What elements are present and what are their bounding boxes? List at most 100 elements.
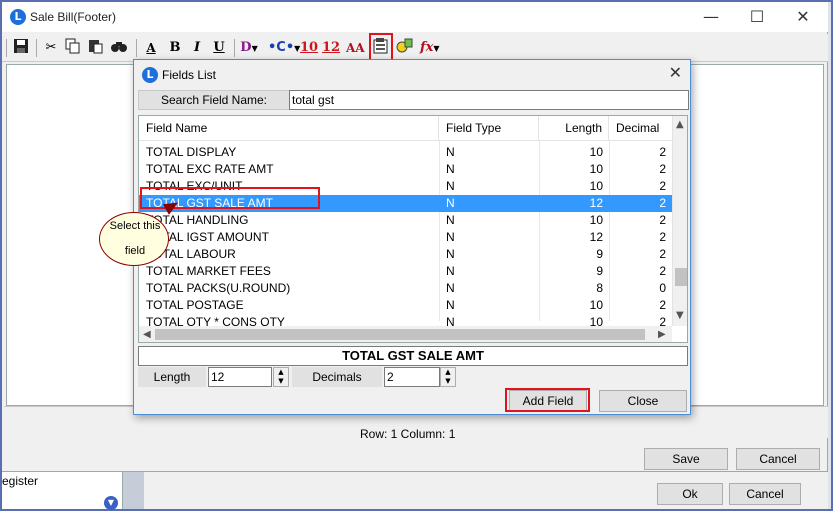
horizontal-scrollbar[interactable]: ◀ ▶ — [139, 326, 672, 342]
find-icon[interactable] — [110, 38, 128, 58]
decimal-cell: 2 — [659, 298, 666, 312]
underline-button[interactable]: U — [210, 38, 228, 58]
table-row[interactable]: TOTAL IGST AMOUNT N 12 2 — [139, 229, 672, 246]
vertical-scroll-thumb[interactable] — [675, 268, 687, 286]
background-window — [144, 472, 828, 509]
table-row[interactable]: TOTAL MARKET FEES N 9 2 — [139, 263, 672, 280]
dialog-app-icon: L — [142, 67, 158, 83]
shapes-icon[interactable] — [396, 38, 414, 58]
scroll-left-icon[interactable]: ◀ — [143, 329, 151, 340]
bold-button[interactable]: B — [166, 38, 184, 58]
paste-icon[interactable] — [86, 38, 104, 58]
length-input[interactable] — [208, 367, 272, 387]
italic-button[interactable]: I — [188, 38, 206, 58]
maximize-icon[interactable]: ☐ — [734, 2, 780, 32]
chevron-down-icon[interactable]: ▼ — [104, 496, 118, 510]
save-icon[interactable] — [12, 38, 30, 58]
font-size-12-button[interactable]: 12 — [322, 38, 340, 58]
horizontal-scroll-thumb[interactable] — [155, 329, 645, 340]
search-field-label: Search Field Name: — [138, 90, 290, 110]
vertical-scrollbar[interactable]: ▲ ▼ — [672, 116, 687, 326]
field-type-cell: N — [446, 196, 455, 210]
table-row[interactable]: TOTAL LABOUR N 9 2 — [139, 246, 672, 263]
link-menu-icon[interactable]: •C•▼ — [268, 38, 300, 58]
font-icon[interactable]: A — [142, 38, 160, 58]
decimal-cell: 2 — [659, 196, 666, 210]
field-type-cell: N — [446, 179, 455, 193]
decimal-cell: 2 — [659, 145, 666, 159]
d-menu-button[interactable]: D▼ — [240, 38, 258, 58]
font-size-10-button[interactable]: 10 — [300, 38, 318, 58]
spin-down-icon[interactable]: ▼ — [274, 377, 288, 386]
selected-field-display: TOTAL GST SALE AMT — [138, 346, 688, 366]
table-row[interactable]: TOTAL DISPLAY N 10 2 — [139, 144, 672, 161]
table-row[interactable]: TOTAL EXC RATE AMT N 10 2 — [139, 161, 672, 178]
field-name-cell: TOTAL MARKET FEES — [146, 264, 271, 278]
formula-label: fx — [420, 40, 434, 55]
background-register-text: egister — [2, 474, 39, 488]
scroll-right-icon[interactable]: ▶ — [658, 329, 666, 340]
cancel-button-secondary[interactable]: Cancel — [729, 483, 801, 505]
field-type-cell: N — [446, 281, 455, 295]
length-cell: 10 — [589, 162, 603, 176]
decimal-cell: 2 — [659, 179, 666, 193]
search-field-input[interactable] — [289, 90, 689, 110]
close-icon[interactable]: ✕ — [780, 2, 826, 32]
minimize-icon[interactable]: — — [688, 2, 734, 32]
field-type-cell: N — [446, 264, 455, 278]
decimal-cell: 2 — [659, 230, 666, 244]
grid-header: Field Name Field Type Length Decimal — [139, 116, 672, 141]
decimals-input[interactable] — [384, 367, 440, 387]
table-row[interactable]: TOTAL PACKS(U.ROUND) N 8 0 — [139, 280, 672, 297]
close-button[interactable]: Close — [599, 390, 687, 412]
callout-line-2: field — [124, 245, 146, 257]
toolbar-separator — [234, 39, 235, 57]
toolbar-separator — [36, 39, 37, 57]
table-row[interactable]: TOTAL POSTAGE N 10 2 — [139, 297, 672, 314]
cut-icon[interactable]: ✂ — [42, 38, 60, 58]
add-field-highlight-box — [505, 388, 590, 412]
save-button[interactable]: Save — [644, 448, 728, 470]
scroll-up-icon[interactable]: ▲ — [676, 119, 684, 130]
toolbar-grip — [6, 39, 7, 57]
table-row[interactable]: TOTAL HANDLING N 10 2 — [139, 212, 672, 229]
length-cell: 9 — [596, 264, 603, 278]
field-type-cell: N — [446, 213, 455, 227]
field-name-cell: TOTAL DISPLAY — [146, 145, 237, 159]
length-spinner[interactable]: ▲ ▼ — [273, 367, 289, 387]
length-cell: 10 — [589, 298, 603, 312]
length-cell: 10 — [589, 179, 603, 193]
decimals-spinner[interactable]: ▲ ▼ — [440, 367, 456, 387]
spin-down-icon[interactable]: ▼ — [441, 377, 455, 386]
copy-icon[interactable] — [64, 38, 82, 58]
font-case-button[interactable]: AA — [346, 38, 365, 58]
column-header-field-name[interactable]: Field Name — [139, 116, 439, 141]
scroll-down-icon[interactable]: ▼ — [676, 310, 684, 321]
formula-button[interactable]: fx▼ — [420, 38, 440, 58]
decimal-cell: 2 — [659, 264, 666, 278]
spin-up-icon[interactable]: ▲ — [441, 368, 455, 377]
callout-line-1: Select this — [109, 220, 161, 232]
dialog-title: Fields List — [162, 68, 217, 82]
length-cell: 12 — [589, 196, 603, 210]
window-title: Sale Bill(Footer) — [30, 10, 117, 24]
ok-button[interactable]: Ok — [657, 483, 723, 505]
length-cell: 10 — [589, 213, 603, 227]
column-header-length[interactable]: Length — [539, 116, 609, 141]
length-cell: 8 — [596, 281, 603, 295]
length-cell: 9 — [596, 247, 603, 261]
column-header-decimal[interactable]: Decimal — [609, 116, 672, 141]
close-icon[interactable]: ✕ — [669, 63, 682, 82]
spin-up-icon[interactable]: ▲ — [274, 368, 288, 377]
length-label: Length — [138, 367, 206, 387]
cancel-button[interactable]: Cancel — [736, 448, 820, 470]
field-name-cell: TOTAL IGST AMOUNT — [146, 230, 269, 244]
decimal-cell: 0 — [659, 281, 666, 295]
background-strip — [122, 472, 144, 509]
field-name-cell: TOTAL PACKS(U.ROUND) — [146, 281, 291, 295]
chevron-down-icon: ▼ — [433, 43, 440, 53]
toolbar-separator — [136, 39, 137, 57]
column-header-field-type[interactable]: Field Type — [439, 116, 539, 141]
field-name-cell: TOTAL LABOUR — [146, 247, 236, 261]
field-type-cell: N — [446, 298, 455, 312]
